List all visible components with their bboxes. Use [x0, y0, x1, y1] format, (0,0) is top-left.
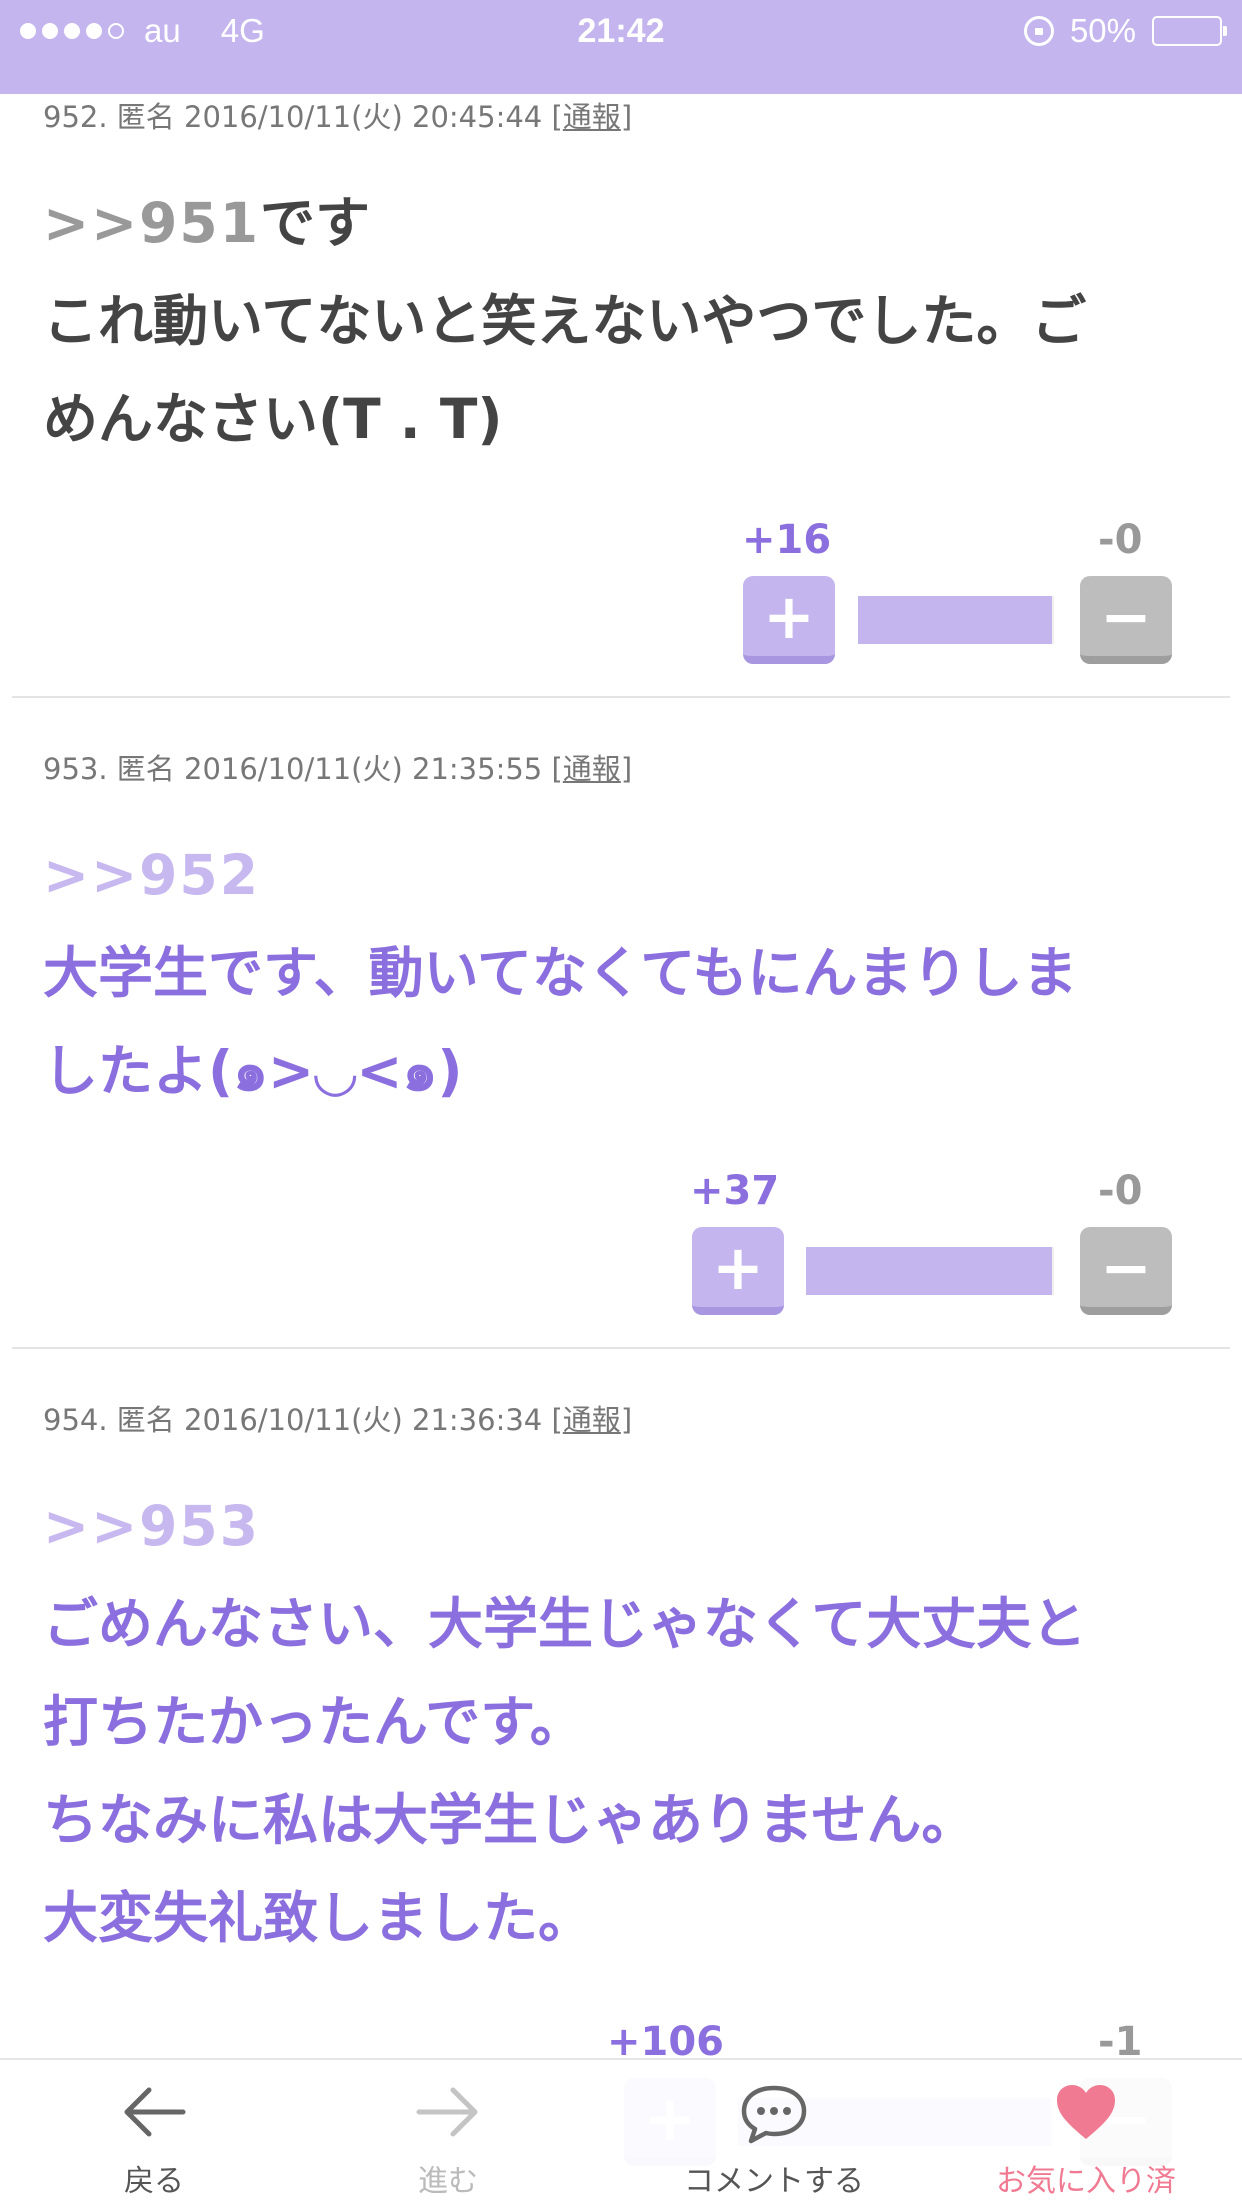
status-bar: au 4G 21:42 50%: [0, 0, 1242, 94]
comment-button[interactable]: コメントする: [624, 2060, 924, 2208]
back-label: 戻る: [124, 2164, 184, 2199]
back-button[interactable]: 戻る: [4, 2060, 304, 2208]
comment-meta-text: 954. 匿名 2016/10/11(火) 21:36:34: [43, 1403, 543, 1437]
battery-percent: 50%: [1069, 12, 1136, 49]
forward-button[interactable]: 進む: [298, 2060, 598, 2208]
comment-text-line: 大変失礼致しました。: [43, 1886, 594, 1950]
rotation-lock-icon: [1023, 16, 1054, 46]
report-link[interactable]: 通報: [563, 1403, 621, 1437]
bottom-toolbar: 戻る 進む コメントする お気に入り済: [0, 2058, 1242, 2208]
comment-text-line: ちなみに私は大学生じゃありません。: [43, 1788, 977, 1852]
arrow-right-icon: [298, 2082, 598, 2142]
comment-954: 954. 匿名 2016/10/11(火) 21:36:34 [通報] >>95…: [0, 0, 1242, 2208]
report-bracket: [: [551, 1403, 563, 1437]
comment-label: コメントする: [684, 2164, 864, 2199]
forward-label: 進む: [418, 2164, 478, 2199]
status-bar-right: 50%: [1023, 0, 1227, 62]
battery-icon: [1152, 16, 1227, 46]
speech-bubble-icon: [624, 2082, 924, 2144]
comment-text-line: ごめんなさい、大学生じゃなくて大丈夫と: [43, 1592, 1087, 1656]
comment-body: >>953 ごめんなさい、大学生じゃなくて大丈夫と 打ちたかったんです。 ちなみ…: [43, 1477, 1213, 1967]
comment-text-line: 打ちたかったんです。: [43, 1690, 585, 1754]
arrow-left-icon: [4, 2082, 304, 2142]
report-bracket: ]: [620, 1403, 633, 1437]
favorite-label: お気に入り済: [996, 2164, 1176, 2199]
comment-meta: 954. 匿名 2016/10/11(火) 21:36:34 [通報]: [43, 1397, 632, 1439]
heart-icon: [936, 2082, 1236, 2142]
reply-anchor-link[interactable]: >>953: [43, 1494, 260, 1558]
favorite-button[interactable]: お気に入り済: [936, 2060, 1236, 2208]
